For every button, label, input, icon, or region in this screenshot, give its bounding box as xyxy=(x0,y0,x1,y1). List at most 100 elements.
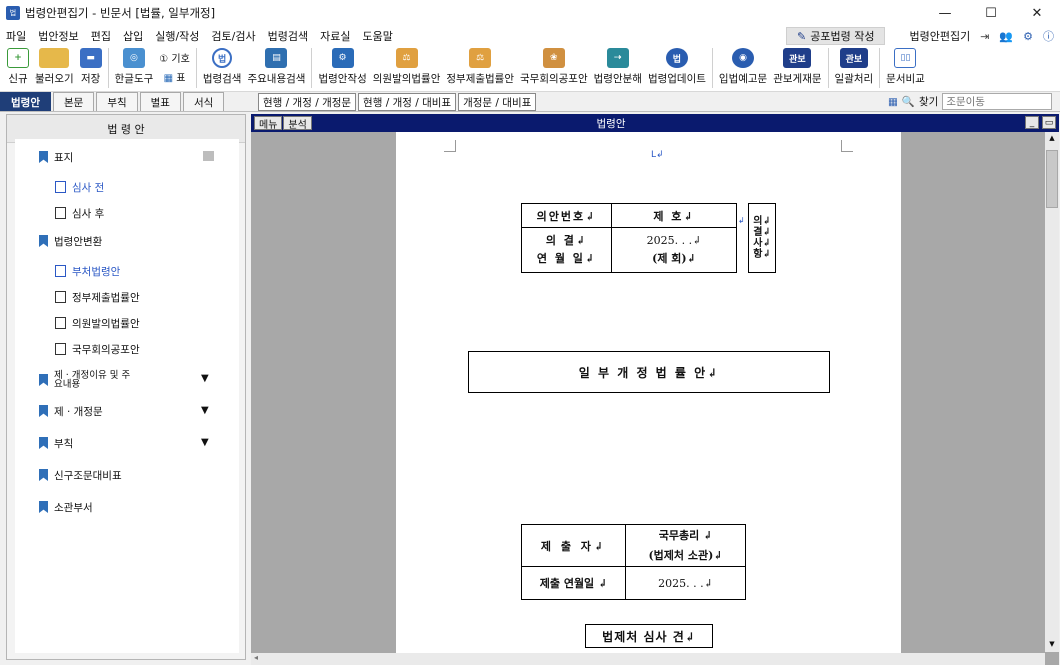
editor-label: 법령안편집기 xyxy=(909,30,971,43)
view-tab-current-revision-compare[interactable]: 현행 / 개정 / 대비표 xyxy=(358,93,457,111)
law-update-button[interactable]: 법 법령업데이트 xyxy=(645,46,709,86)
bill-title-box[interactable]: 일 부 개 정 법 률 안↲ xyxy=(468,351,830,393)
bill-split-button[interactable]: ⇢ 법령안분해 xyxy=(591,46,645,86)
sidebar-item-department[interactable]: 소관부서 xyxy=(39,497,93,517)
tab-bill[interactable]: 법령안 xyxy=(0,92,51,111)
sidebar-item-reasons[interactable]: 제 · 개정이유 및 주요내용 xyxy=(39,367,179,393)
law-search-label: 법령검색 xyxy=(202,73,242,85)
sidebar-item-label: 의원발의법률안 xyxy=(72,317,140,330)
notice-button[interactable]: ◉ 입법예고문 xyxy=(716,46,770,86)
find-label: 찾기 xyxy=(919,96,939,108)
menu-resources[interactable]: 자료실 xyxy=(314,28,356,44)
doc-maximize-button[interactable]: ▭ xyxy=(1042,116,1056,129)
gazette-button[interactable]: 관보 관보게재문 xyxy=(770,46,824,86)
sidebar-tree: 표지 심사 전 심사 후 법령안변환 부처법령안 정부제출법률안 의원발의법률안… xyxy=(15,139,239,653)
menu-law-search[interactable]: 법령검색 xyxy=(262,28,314,44)
review-opinion-box[interactable]: 법제처 심사 견↲ xyxy=(585,624,713,648)
sidebar-item-supplementary[interactable]: 부칙 xyxy=(39,433,73,453)
maximize-button[interactable]: ☐ xyxy=(968,0,1014,26)
cursor-mark: L↲ xyxy=(651,150,664,160)
law-search-button[interactable]: 법 법령검색 xyxy=(200,46,245,86)
scroll-left-icon[interactable]: ◂ xyxy=(254,653,258,662)
new-button[interactable]: + 신규 xyxy=(4,46,32,86)
scroll-down-icon[interactable]: ▼ xyxy=(1047,640,1057,650)
open-button[interactable]: 불러오기 xyxy=(32,46,77,86)
menu-help[interactable]: 도움말 xyxy=(356,28,398,44)
tab-supplementary[interactable]: 부칙 xyxy=(96,92,138,111)
document-window: 법령안 메뉴 분석 _ ▭ L↲ 의안번호↲ 제 호↲ 의 결↲ 연 월 일↲ … xyxy=(251,114,1059,665)
ear-icon: ◉ xyxy=(732,48,755,68)
resolution-items: 의↲ 결↲ 사↲ 항↲ xyxy=(748,203,776,273)
sidebar-item-label: 정부제출법률안 xyxy=(72,291,140,304)
compose-promulgation-button[interactable]: ✎ 공포법령 작성 xyxy=(786,27,886,45)
chevron-down-icon[interactable]: ▼ xyxy=(201,373,209,384)
cabinet-promulgation-button[interactable]: ❀ 국무회의공포안 xyxy=(517,46,591,86)
bookmark-icon xyxy=(39,405,48,417)
bill-number-value[interactable]: 제 호↲ xyxy=(611,203,737,228)
gear-icon[interactable]: ⚙ xyxy=(1023,30,1033,43)
document-header: 법령안 메뉴 분석 _ ▭ xyxy=(251,114,1059,132)
scroll-up-icon[interactable]: ▲ xyxy=(1047,134,1057,144)
scroll-thumb[interactable] xyxy=(1046,150,1058,208)
gov-bill-button[interactable]: ⚖ 정부제출법률안 xyxy=(443,46,517,86)
sidebar-item-post-review[interactable]: 심사 후 xyxy=(55,203,104,223)
separator xyxy=(711,48,713,88)
tab-body[interactable]: 본문 xyxy=(52,92,95,111)
sidebar-item-label: 법령안변환 xyxy=(54,235,103,248)
exit-icon[interactable]: ⇥ xyxy=(980,30,989,43)
menu-run[interactable]: 실행/작성 xyxy=(149,28,205,44)
sidebar-item-pre-review[interactable]: 심사 전 xyxy=(55,177,104,197)
sidebar-item-label: 표지 xyxy=(54,151,74,164)
view-tab-revision-compare[interactable]: 개정문 / 대비표 xyxy=(458,93,537,111)
help-icon[interactable]: ⓘ xyxy=(1043,28,1054,44)
sidebar-item-cover[interactable]: 표지 xyxy=(39,147,73,167)
sidebar-item-gov-bill[interactable]: 정부제출법률안 xyxy=(55,287,140,307)
chevron-down-icon[interactable]: ▼ xyxy=(201,437,209,448)
minimize-button[interactable]: — xyxy=(922,0,968,26)
tab-appendix[interactable]: 별표 xyxy=(139,92,181,111)
sidebar-item-label: 부처법령안 xyxy=(72,265,121,278)
hangul-tools-label: 한글도구 xyxy=(114,73,154,85)
vertical-scrollbar[interactable]: ▲ ▼ xyxy=(1045,132,1059,652)
member-bill-button[interactable]: ⚖ 의원발의법률안 xyxy=(370,46,444,86)
menu-insert[interactable]: 삽입 xyxy=(117,28,149,44)
sidebar-item-ministry-bill[interactable]: 부처법령안 xyxy=(55,261,120,281)
article-jump-input[interactable] xyxy=(942,93,1053,110)
search-icon: 🔍 xyxy=(901,96,915,108)
chevron-down-icon[interactable]: ▼ xyxy=(201,405,209,416)
sidebar-item-cabinet-promulgation[interactable]: 국무회의공포안 xyxy=(55,339,140,359)
tab-forms[interactable]: 서식 xyxy=(182,92,225,111)
doc-minimize-button[interactable]: _ xyxy=(1025,116,1039,129)
users-icon[interactable]: 👥 xyxy=(999,30,1013,43)
content-search-button[interactable]: ▤ 주요내용검색 xyxy=(244,46,308,86)
symbol-button[interactable]: ① 기호 xyxy=(159,50,190,65)
grid-icon[interactable]: ▦ xyxy=(888,96,898,108)
sidebar-item-comparison-table[interactable]: 신구조문대비표 xyxy=(39,465,122,485)
sidebar-item-label: 부칙 xyxy=(54,437,74,450)
document-page[interactable]: L↲ 의안번호↲ 제 호↲ 의 결↲ 연 월 일↲ 2025. . .↲ (제 … xyxy=(396,132,901,657)
menu-review[interactable]: 검토/검사 xyxy=(205,28,261,44)
sidebar-item-member-bill[interactable]: 의원발의법률안 xyxy=(55,313,140,333)
gears-icon: ⚙ xyxy=(331,48,354,68)
resolution-date-value[interactable]: 2025. . .↲ (제 회)↲ xyxy=(611,227,737,273)
hangul-tools-button[interactable]: ◎ 한글도구 xyxy=(112,46,157,86)
view-tab-current-revision-text[interactable]: 현행 / 개정 / 개정문 xyxy=(258,93,357,111)
submitter-value[interactable]: 국무총리 ↲ (법제처 소관)↲ xyxy=(625,524,746,567)
close-button[interactable]: ✕ xyxy=(1014,0,1060,26)
save-button[interactable]: ▬ 저장 xyxy=(77,46,105,86)
horizontal-scrollbar[interactable]: ◂ xyxy=(251,653,1045,665)
bill-draft-button[interactable]: ⚙ 법령안작성 xyxy=(315,46,369,86)
bill-number-label: 의안번호↲ xyxy=(521,203,612,228)
bookmark-icon xyxy=(39,437,48,449)
sidebar-item-revision-text[interactable]: 제 · 개정문 xyxy=(39,401,103,421)
doc-compare-button[interactable]: ▯▯ 문서비교 xyxy=(883,46,928,86)
menu-edit[interactable]: 편집 xyxy=(85,28,117,44)
menu-file[interactable]: 파일 xyxy=(0,28,32,44)
sidebar-item-bill-conversion[interactable]: 법령안변환 xyxy=(39,231,102,251)
table-button[interactable]: ▦ 표 xyxy=(164,69,186,84)
app-icon: 법 xyxy=(6,6,20,20)
batch-button[interactable]: 관보 일괄처리 xyxy=(832,46,877,86)
submission-date-value[interactable]: 2025. . .↲ xyxy=(625,566,746,600)
document-icon xyxy=(55,181,66,193)
menu-bill-info[interactable]: 법안정보 xyxy=(32,28,84,44)
